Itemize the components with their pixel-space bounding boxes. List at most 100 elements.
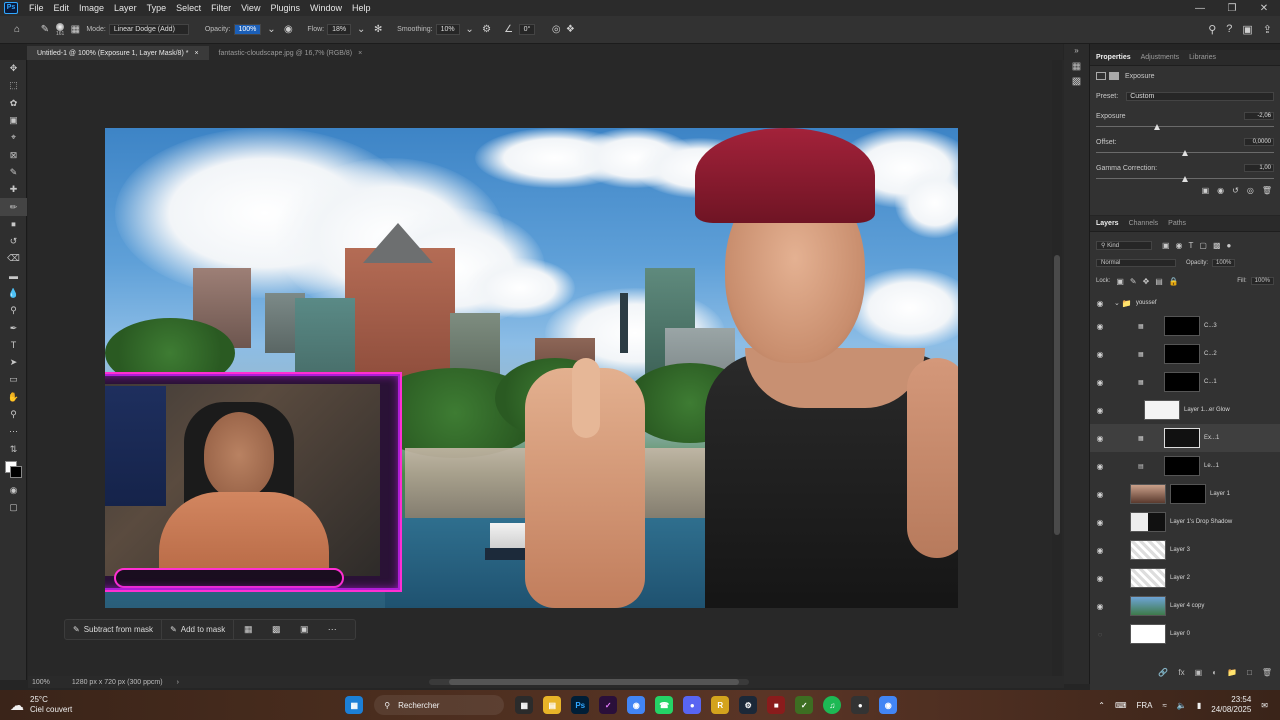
taskbar-search[interactable]: ⚲ Rechercher — [374, 695, 505, 715]
clock[interactable]: 23:54 24/08/2025 — [1211, 695, 1251, 715]
filter-type-icons[interactable]: ▣◉T▢▩● — [1162, 241, 1237, 250]
delete-icon[interactable]: 🗑 — [1262, 186, 1272, 195]
filter-kind-select[interactable]: ⚲ Kind — [1096, 240, 1152, 250]
layer-mask-thumb[interactable] — [1164, 344, 1200, 364]
new-layer-icon[interactable]: □ — [1247, 668, 1252, 682]
opacity-field[interactable]: 100% — [233, 24, 262, 35]
menu-view[interactable]: View — [236, 3, 265, 13]
scroll-thumb[interactable] — [448, 679, 739, 685]
discord-icon[interactable]: ● — [683, 696, 702, 714]
doc-info[interactable]: 1280 px x 720 px (300 ppcm) — [72, 679, 163, 686]
zoom-level[interactable]: 100% — [32, 679, 50, 686]
layer-thumb[interactable] — [1130, 540, 1166, 560]
hand-tool-icon[interactable]: ✋ — [0, 389, 27, 406]
new-adjustment-icon[interactable]: ◐ — [1212, 668, 1217, 682]
maximize-icon[interactable]: ❐ — [1216, 3, 1248, 14]
weather-widget[interactable]: ☁ 25°C Ciel couvert — [10, 695, 72, 715]
more-options-icon[interactable]: ⋯ — [318, 624, 346, 635]
invert-mask-icon[interactable]: ▩ — [262, 624, 290, 635]
offset-slider-knob[interactable] — [1182, 150, 1188, 156]
pressure-size-icon[interactable]: ◎ — [549, 23, 563, 37]
menu-help[interactable]: Help — [347, 3, 376, 13]
eraser-tool-icon[interactable]: ⌫ — [0, 250, 27, 267]
frame-tool-icon[interactable]: ⊠ — [0, 146, 27, 163]
tray-chevron-icon[interactable]: ⌃ — [1098, 701, 1105, 710]
horizontal-scrollbar[interactable] — [428, 679, 749, 685]
task-view-icon[interactable]: ▦ — [515, 696, 534, 714]
mask-properties-icon[interactable]: ▣ — [290, 624, 318, 635]
notifications-icon[interactable]: ✉ — [1261, 701, 1268, 710]
flow-dropdown-icon[interactable]: ⌄ — [354, 23, 368, 37]
gamma-field[interactable]: 1,00 — [1244, 164, 1274, 172]
layer-opacity-field[interactable]: 100% — [1212, 259, 1236, 267]
exposure-slider[interactable] — [1096, 122, 1274, 132]
rectangle-tool-icon[interactable]: ▭ — [0, 371, 27, 388]
menu-type[interactable]: Type — [142, 3, 172, 13]
background-color[interactable] — [10, 465, 22, 478]
tab-layers[interactable]: Layers — [1096, 220, 1119, 227]
start-icon[interactable]: ▦ — [345, 696, 364, 714]
brush-preset-picker[interactable]: 161 — [56, 22, 64, 37]
symmetry-icon[interactable]: ❖ — [563, 23, 577, 37]
layer-mask-thumb[interactable] — [1170, 484, 1206, 504]
tab-channels[interactable]: Channels — [1129, 220, 1159, 227]
home-icon[interactable]: ⌂ — [10, 23, 24, 37]
layer-group-youssef[interactable]: ◉ ⌄ 📁 youssef — [1090, 296, 1280, 310]
layer-thumb[interactable] — [1144, 400, 1180, 420]
move-tool-icon[interactable]: ✥ — [0, 60, 27, 77]
zoom-tool-icon[interactable]: ⚲ — [0, 406, 27, 423]
layer-mask-thumb[interactable] — [1164, 428, 1200, 448]
battery-icon[interactable]: ▮ — [1197, 701, 1201, 710]
search-icon[interactable]: ⚲ — [1208, 23, 1216, 36]
delete-layer-icon[interactable]: 🗑 — [1262, 668, 1272, 682]
chevron-down-icon[interactable]: ⌄ — [1114, 299, 1120, 307]
tab-adjustments[interactable]: Adjustments — [1141, 54, 1180, 61]
lasso-tool-icon[interactable]: ✿ — [0, 95, 27, 112]
layer-row[interactable]: ○ Layer 0 — [1090, 620, 1280, 648]
collapse-icon[interactable]: » — [1064, 46, 1089, 55]
view-previous-icon[interactable]: ◉ — [1217, 186, 1224, 195]
close-tab-icon[interactable]: × — [194, 50, 198, 57]
help-icon[interactable]: ? — [1226, 23, 1232, 36]
comments-panel-icon[interactable]: ▩ — [1064, 76, 1089, 87]
subtract-from-mask-button[interactable]: ✎ Subtract from mask — [65, 620, 163, 639]
premiere-taskbar-icon[interactable]: ✓ — [599, 696, 618, 714]
file-explorer-icon[interactable]: ▤ — [543, 696, 562, 714]
document-canvas[interactable] — [105, 128, 958, 608]
layer-row[interactable]: ◉ Layer 4 copy — [1090, 592, 1280, 620]
vertical-scrollbar[interactable] — [1052, 60, 1062, 676]
scroll-thumb[interactable] — [1054, 255, 1060, 535]
swap-colors-icon[interactable]: ⇅ — [0, 441, 27, 458]
layer-row-selected[interactable]: ◉ ▦ Ex...1 — [1090, 424, 1280, 452]
fill-field[interactable]: 100% — [1250, 277, 1274, 285]
eye-icon[interactable]: ◉ — [1090, 322, 1110, 331]
mask-options-icon[interactable]: ▦ — [234, 624, 262, 635]
eyedropper-tool-icon[interactable]: ✎ — [0, 164, 27, 181]
add-mask-icon[interactable]: ▣ — [1195, 668, 1203, 682]
menu-layer[interactable]: Layer — [109, 3, 142, 13]
share-icon[interactable]: ⇪ — [1263, 23, 1272, 36]
crop-tool-icon[interactable]: ⌖ — [0, 129, 27, 146]
link-layers-icon[interactable]: 🔗 — [1158, 668, 1168, 682]
chrome-profile-icon[interactable]: ◉ — [879, 696, 898, 714]
app-icon-green[interactable]: ✓ — [795, 696, 814, 714]
layer-style-icon[interactable]: fx — [1178, 668, 1184, 682]
angle-field[interactable]: 0° — [518, 24, 536, 35]
path-select-tool-icon[interactable]: ➤ — [0, 354, 27, 371]
color-swatches[interactable] — [0, 458, 27, 482]
eye-icon[interactable]: ◉ — [1090, 574, 1110, 583]
eye-icon[interactable]: ◉ — [1090, 406, 1110, 415]
eye-icon[interactable]: ◉ — [1090, 378, 1110, 387]
blend-mode-select[interactable]: Normal — [1096, 259, 1176, 267]
layer-row[interactable]: ◉ Layer 2 — [1090, 564, 1280, 592]
exposure-slider-knob[interactable] — [1153, 124, 1160, 130]
eye-icon[interactable]: ◉ — [1090, 299, 1110, 308]
stamp-tool-icon[interactable]: ⏹ — [0, 216, 27, 233]
layer-row[interactable]: ◉ Layer 1's Drop Shadow — [1090, 508, 1280, 536]
menu-edit[interactable]: Edit — [49, 3, 75, 13]
mask-icon[interactable] — [1109, 72, 1119, 80]
offset-slider[interactable] — [1096, 148, 1274, 158]
history-panel-icon[interactable]: ▦ — [1064, 61, 1089, 72]
layer-row[interactable]: ◉ Layer 1...er Glow — [1090, 396, 1280, 424]
lock-icons[interactable]: ▣✎✥▤🔒 — [1116, 277, 1184, 286]
